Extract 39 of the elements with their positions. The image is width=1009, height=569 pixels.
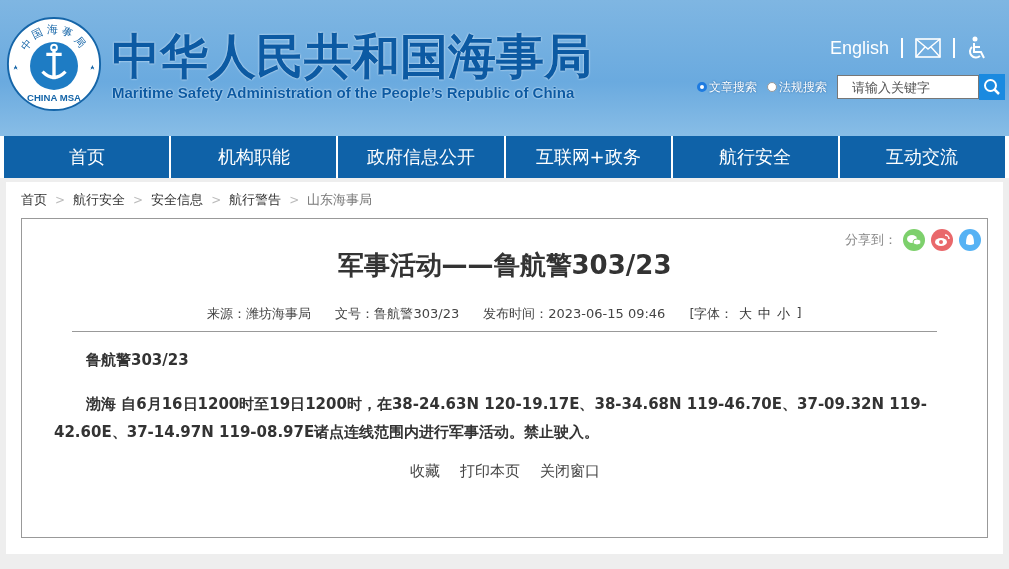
article-title: 军事活动——鲁航警303/23 xyxy=(337,249,672,282)
font-size-link[interactable]: 中 xyxy=(758,305,772,323)
breadcrumb-separator: > xyxy=(289,193,300,207)
nav-item[interactable]: 政府信息公开 xyxy=(338,136,504,178)
source-text: 来源：潍坊海事局 xyxy=(207,305,312,323)
breadcrumb-separator: > xyxy=(133,193,144,207)
eye-logo-icon[interactable] xyxy=(931,229,953,251)
logo-emblem: 中国海事局 CHINA MSA xyxy=(6,16,102,112)
mail-icon[interactable] xyxy=(915,38,941,58)
breadcrumb-link[interactable]: 航行安全 xyxy=(73,191,126,209)
breadcrumb-separator: > xyxy=(211,193,222,207)
site-title: 中华人民共和国海事局 xyxy=(112,27,592,84)
chat-bubbles-icon[interactable] xyxy=(903,229,925,251)
site-subtitle: Maritime Safety Administration of the People’s Republic of China xyxy=(112,83,576,101)
nav-item[interactable]: 机构职能 xyxy=(171,136,337,178)
font-size-link[interactable]: 小 xyxy=(777,305,791,323)
share-label: 分享到： xyxy=(845,231,897,249)
nav-item[interactable]: 互联网+政务 xyxy=(505,136,671,178)
breadcrumb-link[interactable]: 安全信息 xyxy=(151,191,204,209)
font-size-label: [字体： xyxy=(689,305,734,323)
article-action-link[interactable]: 收藏 xyxy=(409,462,440,481)
publish-time: 发布时间：2023-06-15 09:46 xyxy=(483,305,666,323)
nav-item[interactable]: 首页 xyxy=(4,136,170,178)
article-paragraph: 渤海 自6月16日1200时至19日1200时，在38-24.63N 120-19.17E、38-34.68N 119-46.70E、37-09.32N 119-42.60E、37-14.97N 119-08.97E诸点连线范围内进行军事活动。禁止驶入。 xyxy=(54,394,928,443)
breadcrumb-separator: > xyxy=(55,193,66,207)
nav-item[interactable]: 互动交流 xyxy=(839,136,1006,178)
document-number: 文号：鲁航警303/23 xyxy=(335,305,460,323)
breadcrumb-link[interactable]: 山东海事局 xyxy=(307,191,373,209)
article-action-link[interactable]: 打印本页 xyxy=(459,462,520,481)
breadcrumb-link[interactable]: 航行警告 xyxy=(229,191,282,209)
font-size-link[interactable]: 大 xyxy=(739,305,753,323)
article-action-link[interactable]: 关闭窗口 xyxy=(539,462,600,481)
search-button[interactable] xyxy=(979,74,1005,100)
breadcrumb-link[interactable]: 首页 xyxy=(21,191,47,209)
accessibility-icon[interactable] xyxy=(967,36,987,60)
article-paragraph: 鲁航警303/23 xyxy=(85,350,190,371)
search-field[interactable]: 请输入关键字 xyxy=(837,75,979,99)
nav-item[interactable]: 航行安全 xyxy=(672,136,838,178)
bracket-text: ] xyxy=(796,305,802,322)
